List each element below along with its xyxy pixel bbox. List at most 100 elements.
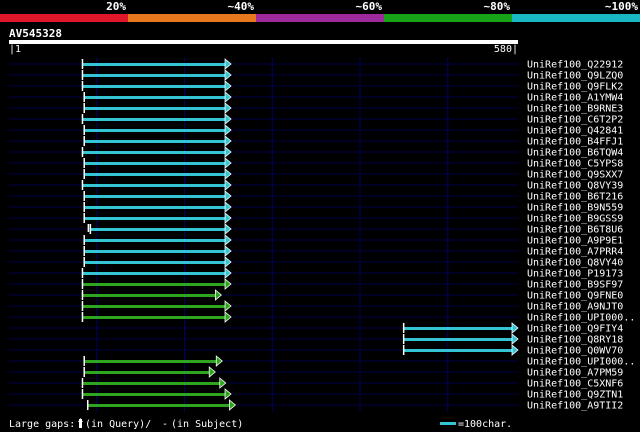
scale-segment bbox=[256, 14, 384, 22]
hit-label[interactable]: UniRef100_Q9ZTN1 bbox=[527, 390, 623, 401]
grid-lines bbox=[96, 58, 449, 412]
hit-bar bbox=[84, 360, 218, 363]
hit-row[interactable]: UniRef100_UPI000.. bbox=[9, 311, 635, 324]
query-gap-icon bbox=[78, 418, 83, 428]
scale-label: 20% bbox=[106, 0, 126, 13]
hit-row[interactable]: UniRef100_Q9FNE0 bbox=[9, 289, 623, 302]
query-bar bbox=[9, 40, 518, 44]
hit-label[interactable]: UniRef100_Q9LZQ0 bbox=[527, 71, 623, 82]
hit-row[interactable]: UniRef100_B9GSS9 bbox=[9, 212, 623, 225]
hit-row[interactable]: UniRef100_P19173 bbox=[9, 267, 623, 280]
hit-end-arrow bbox=[224, 212, 232, 224]
hit-row[interactable]: UniRef100_A9P9E1 bbox=[9, 234, 623, 247]
hit-row[interactable]: UniRef100_B9RNE3 bbox=[9, 102, 623, 115]
hit-row[interactable]: UniRef100_Q8VY39 bbox=[9, 179, 623, 192]
hit-row[interactable]: UniRef100_A7PM59 bbox=[9, 366, 623, 379]
hit-row[interactable]: UniRef100_A7PRR4 bbox=[9, 245, 623, 258]
hit-row[interactable]: UniRef100_Q8VY40 bbox=[9, 256, 623, 269]
hit-end-arrow bbox=[224, 124, 232, 136]
hit-label[interactable]: UniRef100_C5XNF6 bbox=[527, 379, 623, 390]
hit-end-arrow bbox=[224, 80, 232, 92]
hit-label[interactable]: UniRef100_Q9FNE0 bbox=[527, 291, 623, 302]
hit-start-tick bbox=[81, 147, 84, 157]
hit-label[interactable]: UniRef100_A7PRR4 bbox=[527, 247, 623, 258]
hit-row[interactable]: UniRef100_UPI000.. bbox=[9, 355, 635, 368]
hit-start-tick bbox=[89, 224, 92, 234]
hit-row[interactable]: UniRef100_B6T216 bbox=[9, 190, 623, 203]
hit-bar bbox=[84, 162, 227, 165]
hit-bar bbox=[84, 107, 227, 110]
query-end-label: 580| bbox=[494, 44, 518, 55]
hit-row[interactable]: UniRef100_B6T8U6 bbox=[9, 223, 623, 236]
hit-bar bbox=[84, 217, 227, 220]
hit-label[interactable]: UniRef100_Q42841 bbox=[527, 126, 623, 137]
scale-segment bbox=[128, 14, 256, 22]
hit-label[interactable]: UniRef100_Q8RY18 bbox=[527, 335, 623, 346]
hit-start-tick bbox=[402, 323, 405, 333]
hit-row[interactable]: UniRef100_C5YPS8 bbox=[9, 157, 623, 170]
hit-row[interactable]: UniRef100_Q22912 bbox=[9, 58, 623, 71]
hit-label[interactable]: UniRef100_A1YMW4 bbox=[527, 93, 623, 104]
hit-label[interactable]: UniRef100_P19173 bbox=[527, 269, 623, 280]
hit-bar bbox=[82, 305, 227, 308]
hit-label[interactable]: UniRef100_C6T2P2 bbox=[527, 115, 623, 126]
scale-segment bbox=[0, 14, 128, 22]
hit-start-tick bbox=[81, 279, 84, 289]
hit-row[interactable]: UniRef100_C5XNF6 bbox=[9, 377, 623, 390]
hit-start-tick bbox=[83, 158, 85, 168]
identity-scale: 20% ~40% ~60% ~80% ~100% bbox=[0, 0, 640, 22]
hit-row[interactable]: UniRef100_Q42841 bbox=[9, 124, 623, 137]
hit-row[interactable]: UniRef100_B4FFJ1 bbox=[9, 135, 623, 148]
hit-label[interactable]: UniRef100_A7PM59 bbox=[527, 368, 623, 379]
hit-label[interactable]: UniRef100_B6TQW4 bbox=[527, 148, 623, 159]
hit-label[interactable]: UniRef100_A9TII2 bbox=[527, 401, 623, 412]
hit-end-arrow bbox=[224, 102, 232, 114]
hit-end-arrow bbox=[224, 256, 232, 268]
hit-label[interactable]: UniRef100_B9N559 bbox=[527, 203, 623, 214]
hit-bar bbox=[90, 228, 227, 231]
hit-row[interactable]: UniRef100_A9NJT0 bbox=[9, 300, 623, 313]
hit-row[interactable]: UniRef100_Q9FIY4 bbox=[9, 322, 623, 335]
hit-row[interactable]: UniRef100_Q0WV70 bbox=[9, 344, 623, 357]
hit-start-tick bbox=[83, 202, 85, 212]
hit-label[interactable]: UniRef100_Q9FIY4 bbox=[527, 324, 623, 335]
hit-label[interactable]: UniRef100_UPI000.. bbox=[527, 313, 635, 324]
hit-row[interactable]: UniRef100_B9N559 bbox=[9, 201, 623, 214]
hit-row[interactable]: UniRef100_Q9FLK2 bbox=[9, 80, 623, 93]
hit-start-tick bbox=[83, 103, 85, 113]
hit-label[interactable]: UniRef100_Q9FLK2 bbox=[527, 82, 623, 93]
hit-bar bbox=[82, 184, 227, 187]
hit-label[interactable]: UniRef100_Q0WV70 bbox=[527, 346, 623, 357]
hit-row[interactable]: UniRef100_Q9LZQ0 bbox=[9, 69, 623, 82]
hit-row[interactable]: UniRef100_B9SF97 bbox=[9, 278, 623, 291]
query-start-label: |1 bbox=[9, 44, 21, 55]
hit-label[interactable]: UniRef100_B9RNE3 bbox=[527, 104, 623, 115]
hit-label[interactable]: UniRef100_B6T8U6 bbox=[527, 225, 623, 236]
hit-label[interactable]: UniRef100_Q22912 bbox=[527, 60, 623, 71]
hit-end-arrow bbox=[224, 311, 232, 323]
hit-label[interactable]: UniRef100_B6T216 bbox=[527, 192, 623, 203]
hit-row[interactable]: UniRef100_A1YMW4 bbox=[9, 91, 623, 104]
hit-label[interactable]: UniRef100_B9SF97 bbox=[527, 280, 623, 291]
hit-bar bbox=[82, 272, 227, 275]
hit-label[interactable]: UniRef100_C5YPS8 bbox=[527, 159, 623, 170]
hit-label[interactable]: UniRef100_Q8VY39 bbox=[527, 181, 623, 192]
hit-bar bbox=[84, 96, 227, 99]
hit-row[interactable]: UniRef100_B6TQW4 bbox=[9, 146, 623, 159]
hit-row[interactable]: UniRef100_C6T2P2 bbox=[9, 113, 623, 126]
hit-row[interactable]: UniRef100_A9TII2 bbox=[9, 399, 623, 412]
hit-label[interactable]: UniRef100_Q9SXX7 bbox=[527, 170, 623, 181]
hit-row[interactable]: UniRef100_Q8RY18 bbox=[9, 333, 623, 346]
hit-start-tick bbox=[81, 180, 84, 190]
hit-bar bbox=[84, 261, 227, 264]
hit-label[interactable]: UniRef100_Q8VY40 bbox=[527, 258, 623, 269]
hit-label[interactable]: UniRef100_UPI000.. bbox=[527, 357, 635, 368]
hit-list: UniRef100_Q22912UniRef100_Q9LZQ0UniRef10… bbox=[9, 58, 635, 412]
hit-end-arrow bbox=[224, 190, 232, 202]
hit-label[interactable]: UniRef100_A9P9E1 bbox=[527, 236, 623, 247]
hit-label[interactable]: UniRef100_B4FFJ1 bbox=[527, 137, 623, 148]
hit-label[interactable]: UniRef100_B9GSS9 bbox=[527, 214, 623, 225]
hit-row[interactable]: UniRef100_Q9SXX7 bbox=[9, 168, 623, 181]
hit-label[interactable]: UniRef100_A9NJT0 bbox=[527, 302, 623, 313]
hit-row[interactable]: UniRef100_Q9ZTN1 bbox=[9, 388, 623, 401]
